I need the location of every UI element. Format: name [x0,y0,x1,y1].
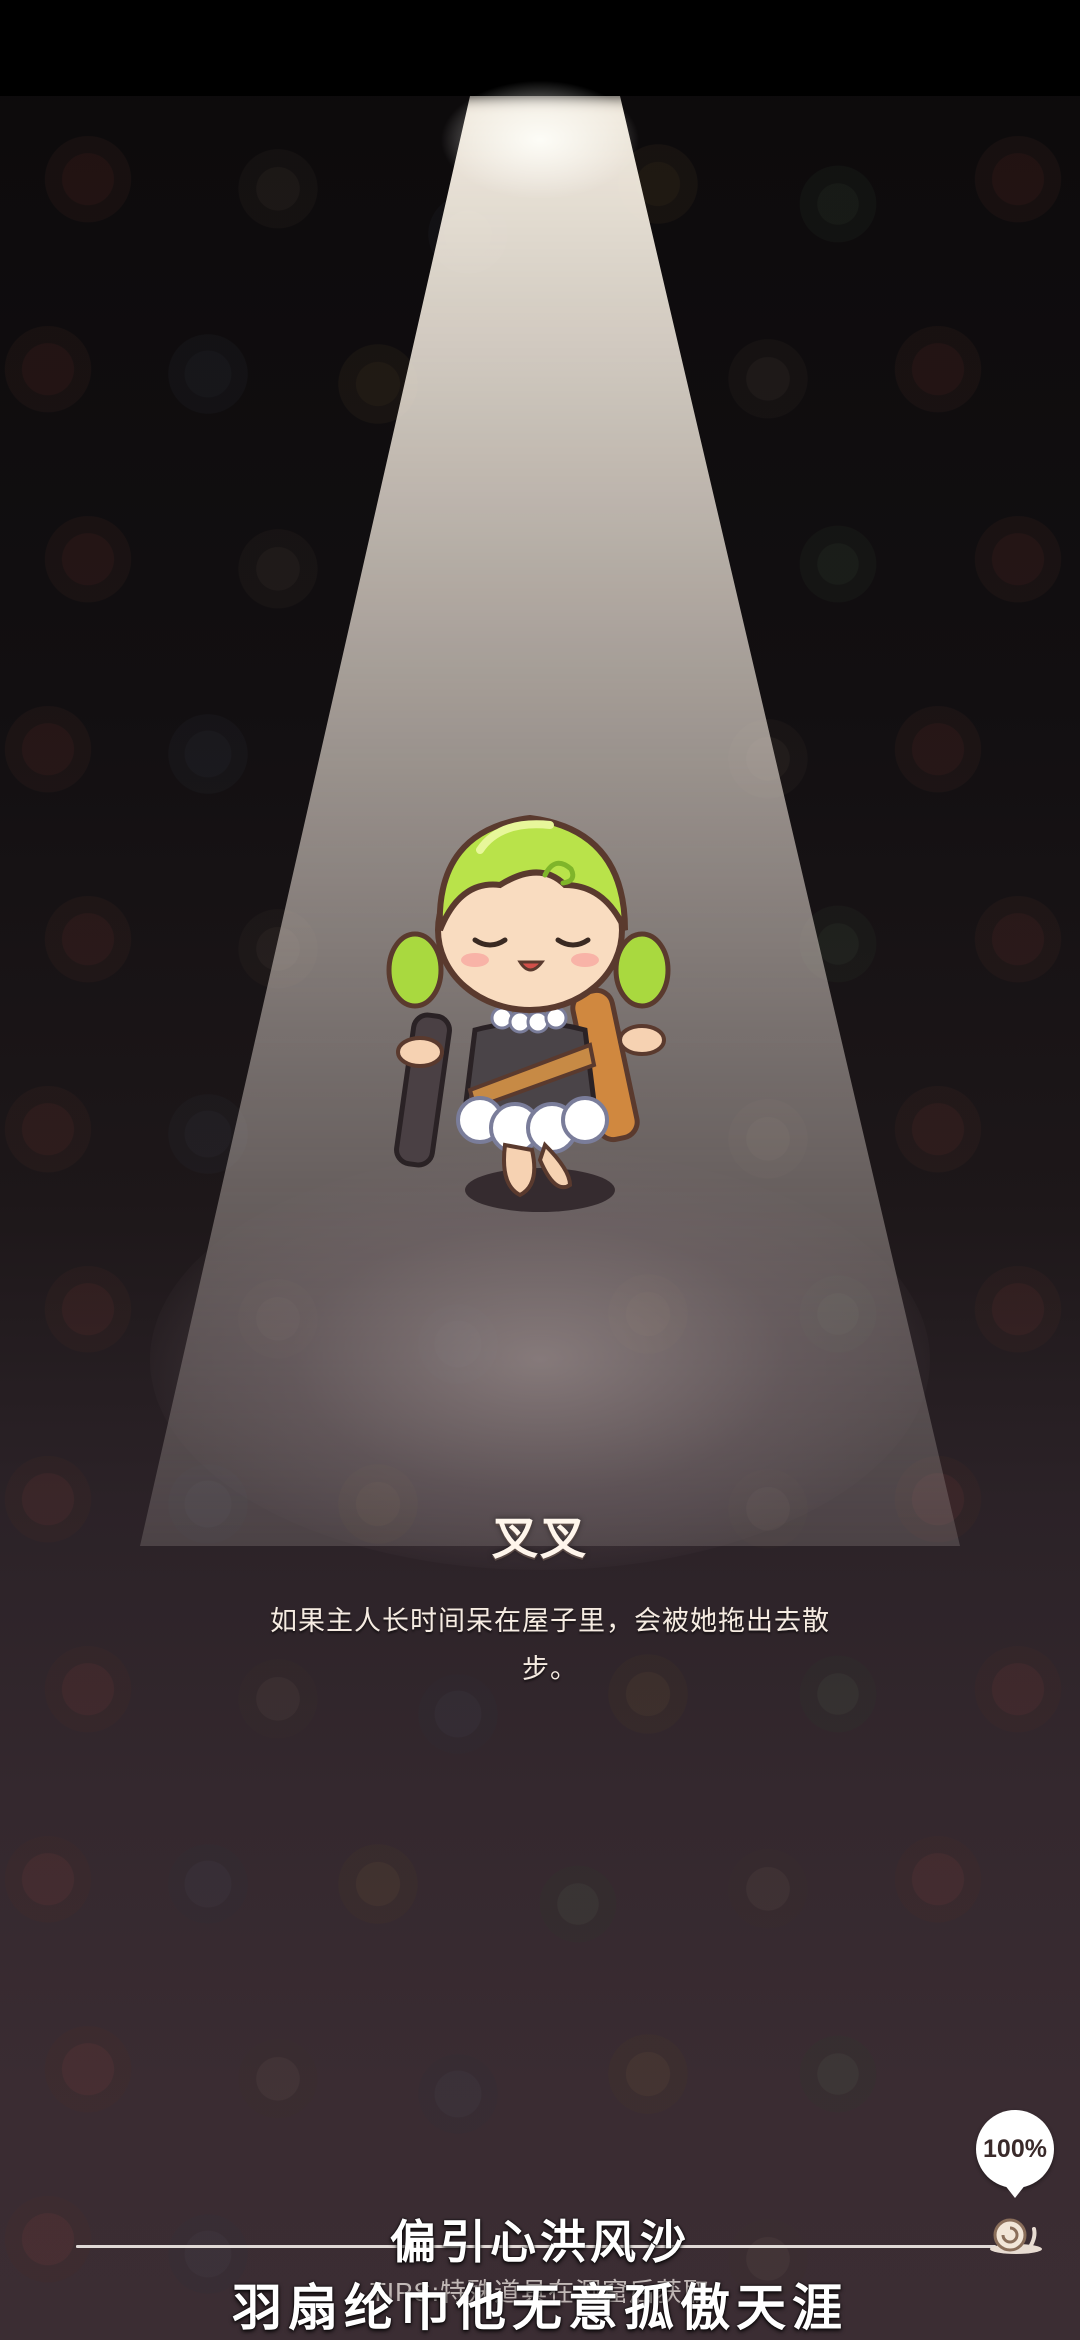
progress-badge-tail [1004,2184,1026,2198]
wallpaper-item [40,516,136,612]
lyric-line-1: 偏引心洪风沙 [390,2215,690,2269]
spotlight-source [440,80,640,200]
wallpaper-item [0,706,96,802]
wallpaper-item [890,706,986,802]
wallpaper-item [970,1646,1066,1742]
wallpaper-item [0,326,96,422]
wallpaper-item [970,896,1066,992]
wallpaper-item [790,516,886,612]
wallpaper-item [160,706,256,802]
wallpaper-item [40,1646,136,1742]
wallpaper-item [530,1856,626,1952]
wallpaper-item [160,1836,256,1932]
wallpaper-item [600,2026,696,2122]
wallpaper-item [720,1836,816,1932]
wallpaper-item [40,2026,136,2122]
wallpaper-item [0,1836,96,1932]
wallpaper-item [970,136,1066,232]
wallpaper-item [790,2026,886,2122]
wallpaper-item [160,326,256,422]
wallpaper-item [890,1836,986,1932]
character-description: 如果主人长时间呆在屋子里，会被她拖出去散步。 [270,1606,830,1685]
loading-screen: 叉叉 如果主人长时间呆在屋子里，会被她拖出去散步。 100% 偏引心洪风沙 TI… [0,0,1080,2340]
wallpaper-item [230,2026,326,2122]
wallpaper-item [970,1266,1066,1362]
wallpaper-item [890,1086,986,1182]
character-name: 叉叉 [492,1511,588,1565]
progress-percent-badge: 100% [976,2110,1054,2188]
character-sprite [386,814,671,1198]
wallpaper-item [230,136,326,232]
wallpaper-item [330,1836,426,1932]
wallpaper-item [0,1086,96,1182]
wallpaper-item [230,516,326,612]
lyric-line-2: 羽扇纶巾他无意孤傲天涯 [232,2278,848,2337]
wallpaper-item [790,156,886,252]
wallpaper-item [890,326,986,422]
wallpaper-item [410,2046,506,2142]
wallpaper-item [40,896,136,992]
wallpaper-item [40,1266,136,1362]
wallpaper-item [40,136,136,232]
wallpaper-item [720,326,816,422]
wallpaper-item [970,516,1066,612]
